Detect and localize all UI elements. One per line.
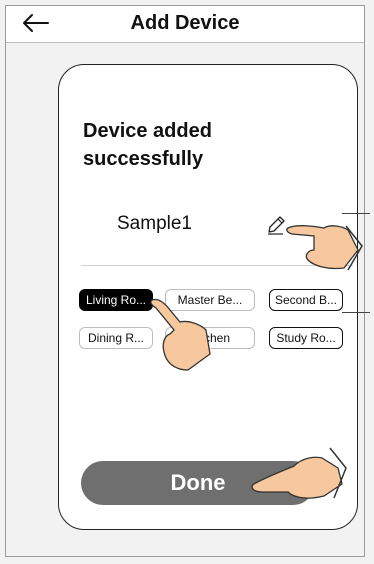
page-title: Add Device <box>130 12 240 34</box>
room-chip-living-room[interactable]: Living Ro... <box>79 289 153 311</box>
room-chip-study-room[interactable]: Study Ro... <box>269 327 343 349</box>
callout-line <box>342 312 370 313</box>
pointing-hand-icon <box>250 444 350 509</box>
pointing-hand-icon <box>284 216 364 277</box>
room-chip-second-bedroom[interactable]: Second B... <box>269 289 343 311</box>
room-chip-dining-room[interactable]: Dining R... <box>79 327 153 349</box>
pointing-hand-icon <box>148 296 220 379</box>
callout-line <box>342 213 370 214</box>
device-name: Sample1 <box>117 213 192 234</box>
top-bar: Add Device <box>6 6 364 43</box>
success-headline: Device added successfully <box>83 120 212 170</box>
